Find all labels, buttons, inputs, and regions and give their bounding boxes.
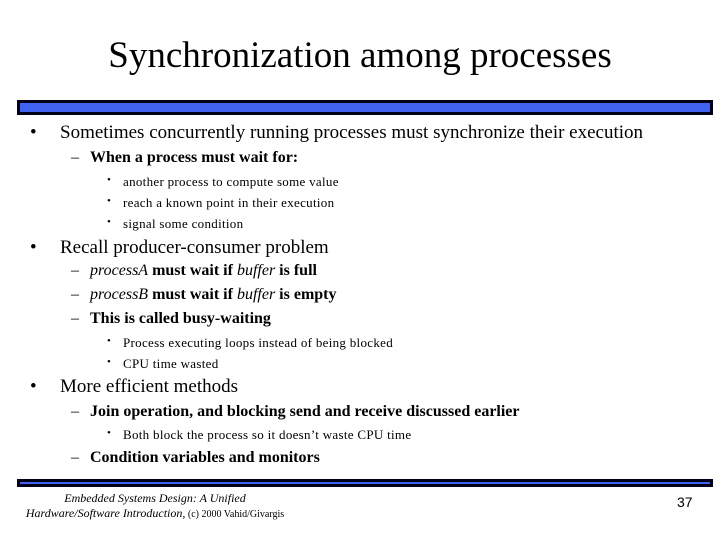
dash-icon: –: [71, 310, 79, 327]
text-fragment: must wait if: [148, 286, 237, 303]
dash-icon: –: [71, 286, 79, 303]
bullet-icon: •: [30, 122, 37, 143]
text-fragment: is empty: [275, 286, 337, 303]
bullet-icon: •: [107, 216, 112, 228]
sub-bullet-text: When a process must wait for:: [90, 149, 299, 166]
variable-name: buffer: [236, 262, 276, 279]
sub-sub-bullet-text: signal some condition: [123, 216, 244, 231]
footer-citation: Embedded Systems Design: A Unified Hardw…: [0, 491, 310, 522]
bullet-icon: •: [30, 237, 37, 258]
dash-icon: –: [71, 449, 79, 466]
dash-icon: –: [71, 262, 79, 279]
process-name: processA: [90, 262, 149, 279]
sub-sub-bullet-text: CPU time wasted: [123, 356, 219, 371]
sub-bullet-text: processB must wait if buffer is empty: [90, 286, 337, 304]
footer-book-title: Hardware/Software Introduction,: [25, 506, 186, 520]
page-number: 37: [677, 494, 693, 510]
bullet-icon: •: [107, 195, 112, 207]
sub-bullet-text: processA must wait if buffer is full: [90, 262, 317, 280]
footer-line-1: Embedded Systems Design: A Unified: [64, 491, 246, 505]
dash-icon: –: [71, 149, 79, 166]
variable-name: buffer: [236, 286, 276, 303]
sub-bullet-text: This is called busy-waiting: [90, 310, 271, 327]
bullet-icon: •: [30, 376, 37, 397]
bullet-text: More efficient methods: [60, 376, 238, 397]
dash-icon: –: [71, 403, 79, 420]
sub-sub-bullet-text: Process executing loops instead of being…: [123, 335, 394, 350]
bullet-text: Recall producer-consumer problem: [60, 237, 329, 258]
bullet-icon: •: [107, 427, 112, 439]
process-name: processB: [90, 286, 149, 303]
bullet-text: Sometimes concurrently running processes…: [60, 122, 644, 143]
bullet-icon: •: [107, 174, 112, 186]
sub-sub-bullet-text: Both block the process so it doesn’t was…: [123, 427, 412, 442]
sub-bullet-text: Join operation, and blocking send and re…: [90, 403, 520, 420]
text-fragment: is full: [275, 262, 317, 279]
sub-bullet-text: Condition variables and monitors: [90, 449, 320, 466]
bullet-icon: •: [107, 356, 112, 368]
sub-sub-bullet-text: another process to compute some value: [123, 174, 339, 189]
sub-sub-bullet-text: reach a known point in their execution: [123, 195, 335, 210]
text-fragment: must wait if: [148, 262, 237, 279]
footer-divider-bar: [17, 479, 713, 487]
bullet-icon: •: [107, 335, 112, 347]
slide-body: • Sometimes concurrently running process…: [0, 0, 720, 540]
footer-line-2: Hardware/Software Introduction, (c) 2000…: [0, 506, 310, 522]
footer-copyright: (c) 2000 Vahid/Givargis: [185, 509, 285, 520]
